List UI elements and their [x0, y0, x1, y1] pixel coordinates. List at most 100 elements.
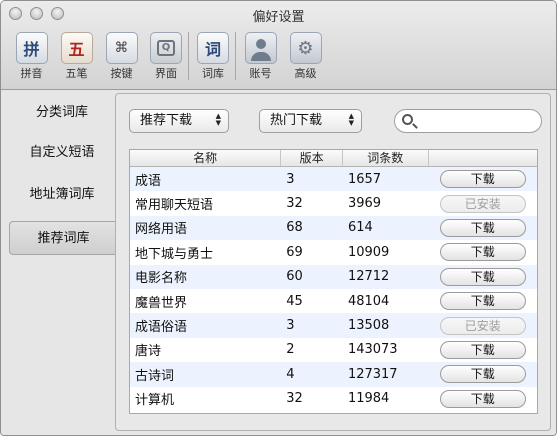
search-field[interactable] [394, 109, 542, 133]
dictionary-name: 魔兽世界 [135, 295, 188, 311]
wubi-icon: 五 [60, 32, 93, 64]
table-row[interactable]: 常用聊天短语 32 3969 已安装 [130, 191, 537, 215]
dictionary-icon: 词 [197, 32, 229, 64]
dictionary-table: 名称 版本 词条数 成语 3 1657 下载 常用聊天短语 32 3969 已安装 网络用语 68… [129, 149, 538, 414]
toolbar-item-advanced[interactable]: ⚙ 高级 [283, 32, 328, 80]
account-icon [244, 32, 277, 64]
popular-download-value: 热门下载 [270, 113, 323, 128]
pinyin-icon: 拼 [15, 32, 48, 64]
download-button[interactable]: 下载 [439, 170, 526, 189]
table-header: 名称 版本 词条数 [130, 150, 537, 167]
toolbar-item-interface[interactable]: Q 界面 [144, 32, 189, 80]
action-cell: 下载 [429, 389, 537, 408]
advanced-gear-icon: ⚙ [289, 32, 322, 64]
table-row[interactable]: 成语 3 1657 下载 [130, 167, 537, 192]
column-header-count[interactable]: 词条数 [343, 150, 429, 166]
action-cell: 下载 [429, 267, 537, 286]
sidebar-item-recommended-dictionary[interactable]: 推荐词库 [9, 221, 117, 255]
preferences-toolbar: 拼 拼音 五 五笔 ⌘ 按键 Q 界面 词 词库 账号 ⚙ 高级 [9, 32, 328, 80]
table-row[interactable]: 魔兽世界 45 48104 下载 [130, 289, 537, 313]
dictionary-entry-count: 1657 [347, 171, 382, 187]
recommend-download-select[interactable]: 推荐下载 ▲ ▼ [129, 109, 229, 133]
dictionary-name: 计算机 [135, 393, 175, 409]
toolbar-item-dictionary[interactable]: 词 词库 [191, 32, 236, 80]
toolbar-label: 高级 [294, 67, 317, 80]
action-cell: 已安装 [429, 316, 537, 335]
column-header-version[interactable]: 版本 [281, 150, 343, 166]
action-cell: 已安装 [429, 194, 537, 213]
action-cell: 下载 [429, 292, 537, 311]
download-button[interactable]: 下载 [439, 389, 526, 408]
table-row[interactable]: 唐诗 2 143073 下载 [130, 338, 537, 362]
dictionary-entry-count: 11984 [347, 391, 390, 407]
download-button[interactable]: 下载 [439, 267, 526, 286]
table-row[interactable]: 电影名称 60 12712 下载 [130, 264, 537, 289]
dictionary-entry-count: 127317 [347, 366, 398, 382]
dictionary-version: 32 [286, 391, 303, 407]
table-body: 成语 3 1657 下载 常用聊天短语 32 3969 已安装 网络用语 68 614 下载 地下城与勇… [130, 167, 537, 411]
keyboard-shortcut-icon: ⌘ [105, 32, 138, 64]
dictionary-version: 45 [286, 293, 303, 309]
table-row[interactable]: 网络用语 68 614 下载 [130, 215, 537, 241]
download-button[interactable]: 下载 [439, 340, 526, 359]
popular-download-select[interactable]: 热门下载 ▲ ▼ [259, 109, 362, 133]
dictionary-name: 网络用语 [135, 222, 188, 238]
dictionary-version: 3 [286, 171, 295, 187]
interface-icon: Q [150, 32, 182, 64]
toolbar-label: 界面 [155, 67, 177, 80]
toolbar-item-account[interactable]: 账号 [238, 32, 283, 80]
toolbar-label: 按键 [110, 67, 133, 80]
window-title: 偏好设置 [252, 10, 305, 25]
dictionary-version: 60 [286, 269, 303, 285]
toolbar-item-keys[interactable]: ⌘ 按键 [99, 32, 144, 80]
toolbar-label: 拼音 [20, 67, 43, 80]
table-row[interactable]: 计算机 32 11984 下载 [130, 387, 537, 411]
toolbar-item-pinyin[interactable]: 拼 拼音 [9, 32, 54, 80]
preferences-window: 偏好设置 拼 拼音 五 五笔 ⌘ 按键 Q 界面 词 词库 账号 ⚙ 高级 分类… [0, 0, 557, 436]
action-cell: 下载 [429, 365, 537, 384]
table-row[interactable]: 成语俗语 3 13508 已安装 [130, 313, 537, 338]
dictionary-name: 电影名称 [135, 271, 188, 287]
sidebar-item-category-dictionary[interactable]: 分类词库 [7, 96, 117, 130]
search-input[interactable] [419, 112, 537, 130]
dictionary-version: 4 [286, 366, 295, 382]
sidebar-item-custom-phrases[interactable]: 自定义短语 [7, 136, 117, 170]
dictionary-entry-count: 614 [347, 220, 373, 236]
toolbar-label: 五笔 [65, 67, 88, 80]
download-button[interactable]: 下载 [439, 243, 526, 262]
column-header-action [429, 150, 537, 166]
recommend-download-value: 推荐下载 [140, 113, 193, 128]
dictionary-entry-count: 48104 [347, 293, 390, 309]
action-cell: 下载 [429, 243, 537, 262]
toolbar-label: 词库 [202, 67, 224, 80]
download-button[interactable]: 下载 [439, 218, 526, 237]
dictionary-entry-count: 10909 [347, 244, 390, 260]
title-toolbar: 偏好设置 拼 拼音 五 五笔 ⌘ 按键 Q 界面 词 词库 账号 ⚙ 高级 [1, 1, 556, 90]
recommended-dictionary-panel: 推荐下载 ▲ ▼ 热门下载 ▲ ▼ 名称 版本 词条数 成语 3 1657 下载 常用聊天短… [115, 93, 551, 431]
search-icon [402, 114, 413, 125]
updown-arrows-icon: ▲ ▼ [348, 112, 354, 127]
column-header-name[interactable]: 名称 [130, 150, 282, 166]
table-row[interactable]: 地下城与勇士 69 10909 下载 [130, 240, 537, 264]
dictionary-sidebar: 分类词库 自定义短语 地址簿词库 推荐词库 [1, 91, 117, 435]
table-row[interactable]: 古诗词 4 127317 下载 [130, 362, 537, 387]
dictionary-name: 常用聊天短语 [135, 198, 214, 214]
dictionary-entry-count: 3969 [347, 196, 382, 212]
dictionary-version: 68 [286, 220, 303, 236]
updown-arrows-icon: ▲ ▼ [215, 112, 221, 127]
action-cell: 下载 [429, 218, 537, 237]
dictionary-name: 唐诗 [135, 344, 162, 360]
dictionary-version: 2 [286, 342, 295, 358]
sidebar-item-address-book-dictionary[interactable]: 地址簿词库 [7, 178, 117, 212]
dictionary-entry-count: 143073 [347, 342, 398, 358]
dictionary-name: 古诗词 [135, 368, 175, 384]
download-button[interactable]: 下载 [439, 365, 526, 384]
installed-button: 已安装 [439, 316, 526, 335]
dictionary-entry-count: 13508 [347, 318, 390, 334]
download-button[interactable]: 下载 [439, 292, 526, 311]
action-cell: 下载 [429, 170, 537, 189]
toolbar-label: 账号 [249, 67, 272, 80]
dictionary-version: 32 [286, 196, 303, 212]
toolbar-item-wubi[interactable]: 五 五笔 [54, 32, 99, 80]
dictionary-entry-count: 12712 [347, 269, 390, 285]
